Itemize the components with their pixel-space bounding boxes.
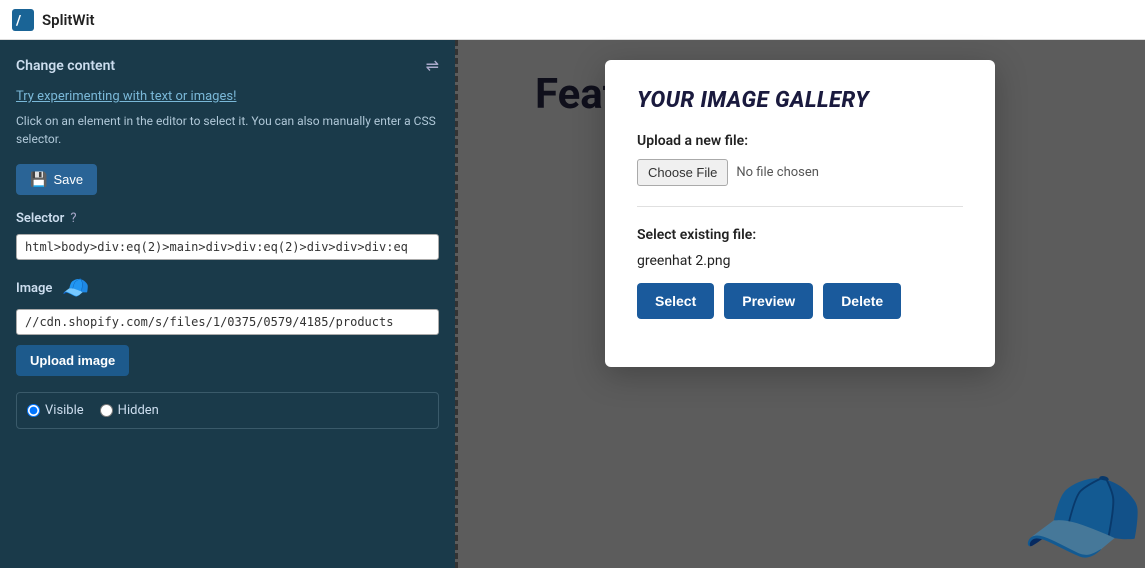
visibility-row: Visible Hidden (16, 392, 439, 429)
preview-button[interactable]: Preview (724, 283, 813, 319)
hidden-radio[interactable] (100, 404, 113, 417)
svg-text:/: / (15, 13, 22, 29)
panel-header: Change content ⇌ (16, 56, 439, 75)
select-label: Select (655, 293, 696, 309)
image-label: Image (16, 281, 52, 296)
selector-label: Selector (16, 211, 64, 226)
hidden-label: Hidden (118, 403, 159, 418)
delete-button[interactable]: Delete (823, 283, 901, 319)
topbar: / SplitWit (0, 0, 1145, 40)
hint-text: Click on an element in the editor to sel… (16, 112, 439, 148)
try-link[interactable]: Try experimenting with text or images! (16, 89, 439, 104)
modal-overlay: YOUR IMAGE GALLERY Upload a new file: Ch… (455, 40, 1145, 568)
left-panel: Change content ⇌ Try experimenting with … (0, 40, 455, 568)
upload-btn-label: Upload image (30, 353, 115, 368)
choose-file-button[interactable]: Choose File (637, 159, 728, 186)
logo-icon: / (12, 9, 34, 31)
brand-name: SplitWit (42, 11, 95, 29)
selector-row: Selector ? (16, 211, 439, 226)
modal-actions: Select Preview Delete (637, 283, 963, 319)
swap-icon: ⇌ (426, 56, 439, 75)
visible-radio[interactable] (27, 404, 40, 417)
select-button[interactable]: Select (637, 283, 714, 319)
upload-section-label: Upload a new file: (637, 133, 963, 149)
image-row: Image 🧢 (16, 276, 439, 301)
save-button[interactable]: 💾 Save (16, 164, 97, 195)
modal-title: YOUR IMAGE GALLERY (637, 88, 963, 113)
visible-radio-label[interactable]: Visible (27, 403, 84, 418)
existing-file-section: Select existing file: greenhat 2.png Sel… (637, 227, 963, 319)
image-url-input[interactable] (16, 309, 439, 335)
existing-section-label: Select existing file: (637, 227, 963, 243)
choose-file-label: Choose File (648, 165, 717, 180)
upload-image-button[interactable]: Upload image (16, 345, 129, 376)
panel-title: Change content (16, 58, 115, 74)
no-file-text: No file chosen (736, 165, 819, 180)
save-label: Save (53, 172, 83, 187)
visible-label: Visible (45, 403, 84, 418)
image-gallery-modal: YOUR IMAGE GALLERY Upload a new file: Ch… (605, 60, 995, 367)
preview-label: Preview (742, 293, 795, 309)
file-input-row: Choose File No file chosen (637, 159, 963, 207)
selector-input[interactable] (16, 234, 439, 260)
help-icon[interactable]: ? (70, 211, 76, 226)
existing-filename: greenhat 2.png (637, 253, 963, 269)
hidden-radio-label[interactable]: Hidden (100, 403, 159, 418)
hat-icon: 🧢 (62, 276, 89, 301)
delete-label: Delete (841, 293, 883, 309)
save-icon: 💾 (30, 171, 47, 188)
